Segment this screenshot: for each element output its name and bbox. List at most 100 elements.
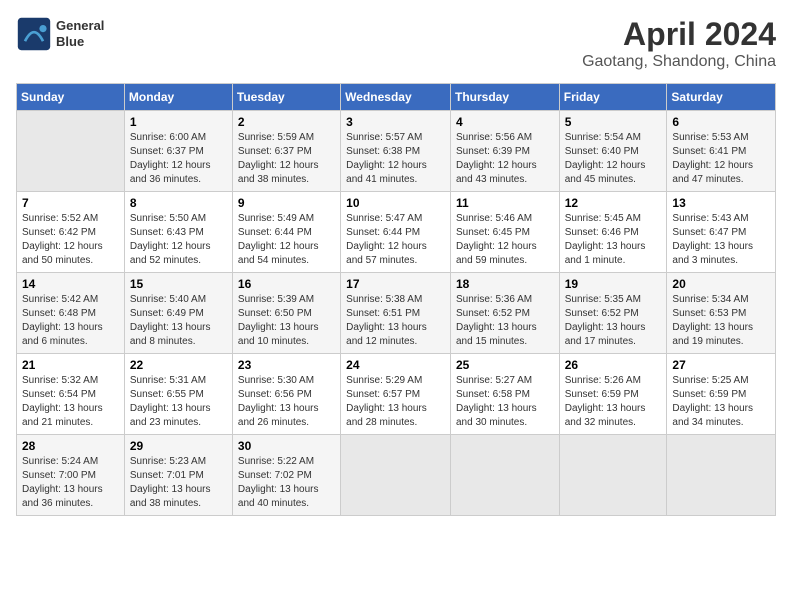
day-number: 17 xyxy=(346,277,445,291)
main-title: April 2024 xyxy=(582,16,776,53)
day-info: Sunrise: 5:42 AM Sunset: 6:48 PM Dayligh… xyxy=(22,293,119,349)
calendar-cell xyxy=(450,435,559,516)
calendar-cell: 25Sunrise: 5:27 AM Sunset: 6:58 PM Dayli… xyxy=(450,354,559,435)
day-number: 5 xyxy=(565,115,662,129)
day-number: 29 xyxy=(130,439,227,453)
day-number: 11 xyxy=(456,196,554,210)
day-info: Sunrise: 5:34 AM Sunset: 6:53 PM Dayligh… xyxy=(672,293,770,349)
calendar-cell xyxy=(667,435,776,516)
day-number: 19 xyxy=(565,277,662,291)
logo-line2: Blue xyxy=(56,34,104,50)
day-number: 25 xyxy=(456,358,554,372)
calendar-week-row: 14 Sunrise: 5:42 AM Sunset: 6:48 PM Dayli… xyxy=(17,273,776,354)
day-info: Sunrise: 5:22 AM Sunset: 7:02 PM Dayligh… xyxy=(238,455,335,511)
page-header: General Blue April 2024 Gaotang, Shandon… xyxy=(16,16,776,71)
day-number: 13 xyxy=(672,196,770,210)
calendar-cell: 6 Sunrise: 5:53 AM Sunset: 6:41 PM Daylig… xyxy=(667,111,776,192)
day-number: 7 xyxy=(22,196,119,210)
day-number: 6 xyxy=(672,115,770,129)
logo-line1: General xyxy=(56,18,104,34)
calendar-cell: 30 Sunrise: 5:22 AM Sunset: 7:02 PM Dayli… xyxy=(232,435,340,516)
day-info: Sunrise: 5:36 AM Sunset: 6:52 PM Dayligh… xyxy=(456,293,554,349)
day-number: 14 xyxy=(22,277,119,291)
calendar-cell: 27 Sunrise: 5:25 AM Sunset: 6:59 PM Dayli… xyxy=(667,354,776,435)
calendar-week-row: 28Sunrise: 5:24 AM Sunset: 7:00 PM Dayli… xyxy=(17,435,776,516)
day-number: 15 xyxy=(130,277,227,291)
day-info: Sunrise: 5:46 AM Sunset: 6:45 PM Dayligh… xyxy=(456,212,554,268)
day-info: Sunrise: 5:59 AM Sunset: 6:37 PM Dayligh… xyxy=(238,131,335,187)
day-info: Sunrise: 5:39 AM Sunset: 6:50 PM Dayligh… xyxy=(238,293,335,349)
weekday-header-cell: Saturday xyxy=(667,84,776,111)
calendar-cell: 11 Sunrise: 5:46 AM Sunset: 6:45 PM Dayli… xyxy=(450,192,559,273)
calendar-cell: 16 Sunrise: 5:39 AM Sunset: 6:50 PM Dayli… xyxy=(232,273,340,354)
day-info: Sunrise: 5:52 AM Sunset: 6:42 PM Dayligh… xyxy=(22,212,119,268)
day-number: 12 xyxy=(565,196,662,210)
calendar-cell: 12 Sunrise: 5:45 AM Sunset: 6:46 PM Dayli… xyxy=(559,192,667,273)
calendar-cell: 3 Sunrise: 5:57 AM Sunset: 6:38 PM Daylig… xyxy=(341,111,451,192)
day-number: 16 xyxy=(238,277,335,291)
day-number: 21 xyxy=(22,358,119,372)
calendar-cell: 4 Sunrise: 5:56 AM Sunset: 6:39 PM Daylig… xyxy=(450,111,559,192)
day-info: Sunrise: 5:50 AM Sunset: 6:43 PM Dayligh… xyxy=(130,212,227,268)
day-info: Sunrise: 5:57 AM Sunset: 6:38 PM Dayligh… xyxy=(346,131,445,187)
calendar-cell: 10Sunrise: 5:47 AM Sunset: 6:44 PM Dayli… xyxy=(341,192,451,273)
weekday-header-cell: Tuesday xyxy=(232,84,340,111)
day-info: Sunrise: 5:53 AM Sunset: 6:41 PM Dayligh… xyxy=(672,131,770,187)
calendar-cell: 20Sunrise: 5:34 AM Sunset: 6:53 PM Dayli… xyxy=(667,273,776,354)
weekday-header-cell: Wednesday xyxy=(341,84,451,111)
day-number: 24 xyxy=(346,358,445,372)
calendar-cell: 22 Sunrise: 5:31 AM Sunset: 6:55 PM Dayli… xyxy=(124,354,232,435)
calendar-cell: 7 Sunrise: 5:52 AM Sunset: 6:42 PM Daylig… xyxy=(17,192,125,273)
day-info: Sunrise: 5:49 AM Sunset: 6:44 PM Dayligh… xyxy=(238,212,335,268)
day-number: 18 xyxy=(456,277,554,291)
logo-icon xyxy=(16,16,52,52)
day-number: 4 xyxy=(456,115,554,129)
calendar-table: SundayMondayTuesdayWednesdayThursdayFrid… xyxy=(16,83,776,516)
weekday-header-row: SundayMondayTuesdayWednesdayThursdayFrid… xyxy=(17,84,776,111)
logo: General Blue xyxy=(16,16,104,52)
day-number: 27 xyxy=(672,358,770,372)
title-block: April 2024 Gaotang, Shandong, China xyxy=(582,16,776,71)
day-info: Sunrise: 5:40 AM Sunset: 6:49 PM Dayligh… xyxy=(130,293,227,349)
day-number: 8 xyxy=(130,196,227,210)
calendar-cell: 23 Sunrise: 5:30 AM Sunset: 6:56 PM Dayli… xyxy=(232,354,340,435)
calendar-week-row: 1Sunrise: 6:00 AM Sunset: 6:37 PM Daylig… xyxy=(17,111,776,192)
calendar-cell: 14 Sunrise: 5:42 AM Sunset: 6:48 PM Dayli… xyxy=(17,273,125,354)
calendar-cell: 1Sunrise: 6:00 AM Sunset: 6:37 PM Daylig… xyxy=(124,111,232,192)
day-number: 30 xyxy=(238,439,335,453)
calendar-cell: 9 Sunrise: 5:49 AM Sunset: 6:44 PM Daylig… xyxy=(232,192,340,273)
day-info: Sunrise: 5:32 AM Sunset: 6:54 PM Dayligh… xyxy=(22,374,119,430)
day-info: Sunrise: 6:00 AM Sunset: 6:37 PM Dayligh… xyxy=(130,131,227,187)
day-number: 9 xyxy=(238,196,335,210)
day-number: 23 xyxy=(238,358,335,372)
day-info: Sunrise: 5:23 AM Sunset: 7:01 PM Dayligh… xyxy=(130,455,227,511)
day-info: Sunrise: 5:45 AM Sunset: 6:46 PM Dayligh… xyxy=(565,212,662,268)
weekday-header-cell: Thursday xyxy=(450,84,559,111)
day-info: Sunrise: 5:38 AM Sunset: 6:51 PM Dayligh… xyxy=(346,293,445,349)
day-info: Sunrise: 5:24 AM Sunset: 7:00 PM Dayligh… xyxy=(22,455,119,511)
weekday-header-cell: Monday xyxy=(124,84,232,111)
weekday-header-cell: Sunday xyxy=(17,84,125,111)
calendar-week-row: 7 Sunrise: 5:52 AM Sunset: 6:42 PM Daylig… xyxy=(17,192,776,273)
day-info: Sunrise: 5:56 AM Sunset: 6:39 PM Dayligh… xyxy=(456,131,554,187)
calendar-body: 1Sunrise: 6:00 AM Sunset: 6:37 PM Daylig… xyxy=(17,111,776,516)
calendar-cell: 15 Sunrise: 5:40 AM Sunset: 6:49 PM Dayli… xyxy=(124,273,232,354)
calendar-cell xyxy=(559,435,667,516)
calendar-cell: 28Sunrise: 5:24 AM Sunset: 7:00 PM Dayli… xyxy=(17,435,125,516)
day-info: Sunrise: 5:35 AM Sunset: 6:52 PM Dayligh… xyxy=(565,293,662,349)
subtitle: Gaotang, Shandong, China xyxy=(582,53,776,71)
day-info: Sunrise: 5:30 AM Sunset: 6:56 PM Dayligh… xyxy=(238,374,335,430)
day-number: 2 xyxy=(238,115,335,129)
day-number: 22 xyxy=(130,358,227,372)
calendar-cell: 29 Sunrise: 5:23 AM Sunset: 7:01 PM Dayli… xyxy=(124,435,232,516)
calendar-cell: 13Sunrise: 5:43 AM Sunset: 6:47 PM Dayli… xyxy=(667,192,776,273)
calendar-cell xyxy=(341,435,451,516)
day-number: 3 xyxy=(346,115,445,129)
day-info: Sunrise: 5:47 AM Sunset: 6:44 PM Dayligh… xyxy=(346,212,445,268)
calendar-week-row: 21 Sunrise: 5:32 AM Sunset: 6:54 PM Dayli… xyxy=(17,354,776,435)
calendar-cell: 21 Sunrise: 5:32 AM Sunset: 6:54 PM Dayli… xyxy=(17,354,125,435)
calendar-cell: 19 Sunrise: 5:35 AM Sunset: 6:52 PM Dayli… xyxy=(559,273,667,354)
day-info: Sunrise: 5:31 AM Sunset: 6:55 PM Dayligh… xyxy=(130,374,227,430)
day-info: Sunrise: 5:25 AM Sunset: 6:59 PM Dayligh… xyxy=(672,374,770,430)
calendar-cell: 24Sunrise: 5:29 AM Sunset: 6:57 PM Dayli… xyxy=(341,354,451,435)
